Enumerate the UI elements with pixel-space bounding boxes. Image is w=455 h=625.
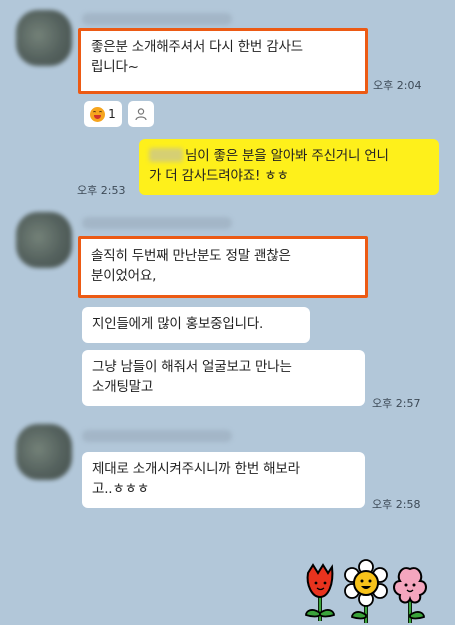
- reaction-count: 1: [108, 107, 116, 121]
- message-bubble[interactable]: 좋은분 소개해주셔서 다시 한번 감사드 립니다~: [78, 28, 368, 94]
- message-time: 오후 2:53: [77, 184, 126, 197]
- add-reaction-button[interactable]: [128, 101, 154, 127]
- sender-name: [82, 13, 232, 25]
- sender-name: [82, 430, 232, 442]
- pink-flower-icon: [393, 567, 427, 623]
- message-text-line: 좋은분 소개해주셔서 다시 한번 감사드: [91, 39, 303, 55]
- message-time: 오후 2:04: [373, 79, 422, 92]
- avatar[interactable]: [16, 10, 72, 66]
- person-icon: [135, 108, 147, 121]
- message-text-line: 분이었어요,: [91, 268, 157, 284]
- avatar[interactable]: [16, 212, 72, 268]
- message-text-line: 립니다~: [91, 59, 139, 75]
- message-text-line: 그냥 남들이 해줘서 얼굴보고 만나는: [92, 359, 292, 375]
- message-text-line: 고..ㅎㅎㅎ: [92, 481, 150, 497]
- message-text-line: 지인들에게 많이 홍보중입니다.: [92, 316, 264, 332]
- laughing-face-icon: [90, 106, 106, 122]
- sender-name: [82, 217, 232, 229]
- blurred-name: [149, 148, 183, 162]
- message-time: 오후 2:58: [372, 498, 421, 511]
- message-bubble[interactable]: 솔직히 두번째 만난분도 정말 괜찮은 분이었어요,: [78, 236, 368, 298]
- message-bubble[interactable]: 제대로 소개시켜주시니까 한번 해보라 고..ㅎㅎㅎ: [82, 452, 365, 508]
- message-bubble[interactable]: 그냥 남들이 해줘서 얼굴보고 만나는 소개팅말고: [82, 350, 365, 406]
- avatar[interactable]: [16, 424, 72, 480]
- message-time: 오후 2:57: [372, 397, 421, 410]
- flower-sticker[interactable]: [298, 555, 438, 625]
- my-message-bubble[interactable]: 님이 좋은 분을 알아봐 주신거니 언니 가 더 감사드려야죠! ㅎㅎ: [139, 139, 439, 195]
- tulip-icon: [305, 563, 335, 621]
- message-bubble[interactable]: 지인들에게 많이 홍보중입니다.: [82, 307, 310, 343]
- message-text-line: 솔직히 두번째 만난분도 정말 괜찮은: [91, 248, 291, 264]
- daisy-icon: [344, 559, 388, 623]
- message-text-line: 제대로 소개시켜주시니까 한번 해보라: [92, 461, 300, 477]
- message-text-line: 가 더 감사드려야죠! ㅎㅎ: [149, 168, 289, 184]
- reaction-badge[interactable]: 1: [84, 101, 122, 127]
- message-text-line: 님이 좋은 분을 알아봐 주신거니 언니: [149, 146, 429, 166]
- message-text-line: 소개팅말고: [92, 379, 154, 395]
